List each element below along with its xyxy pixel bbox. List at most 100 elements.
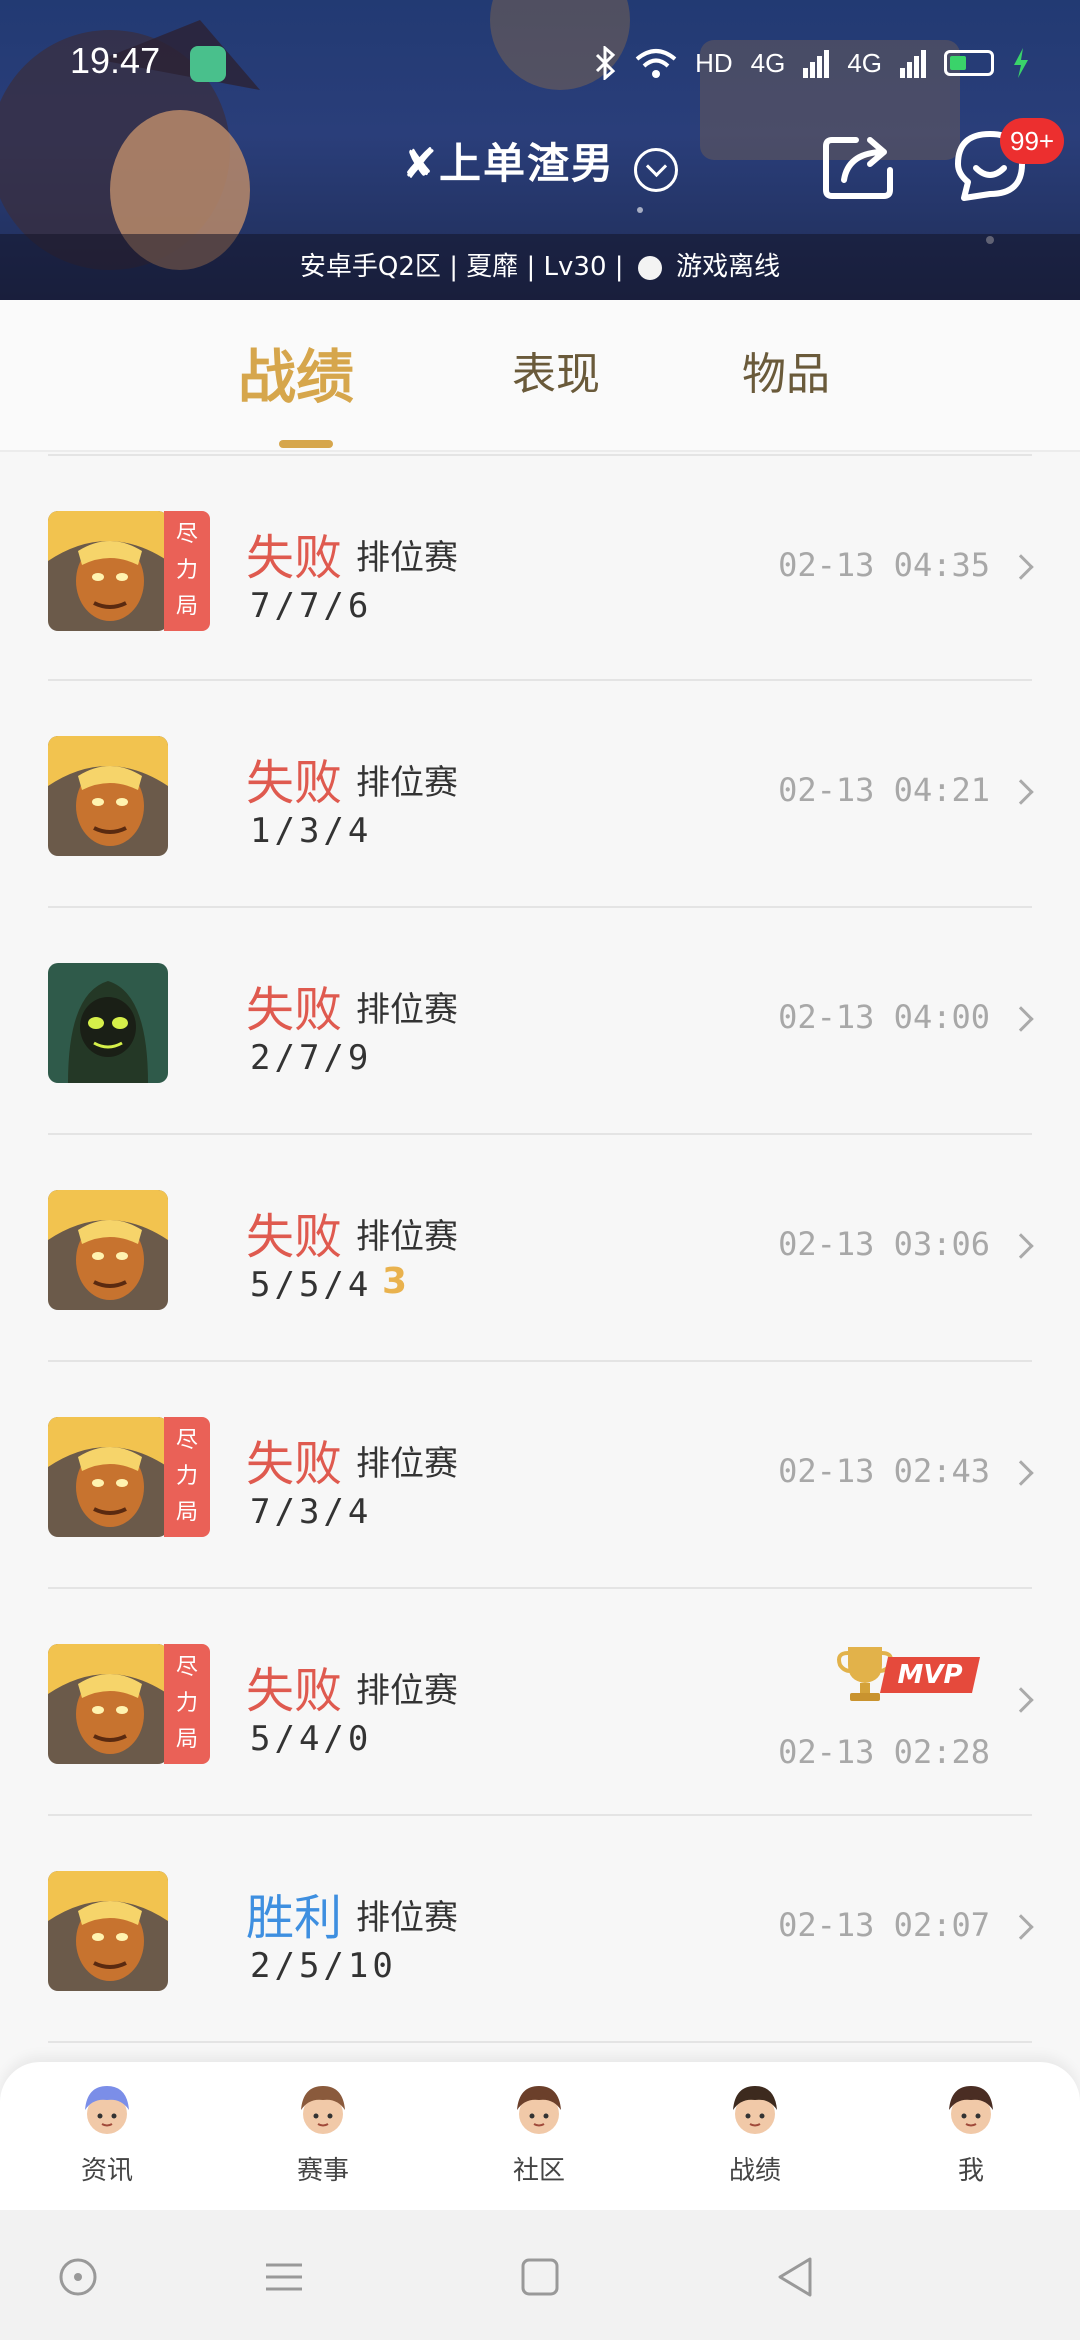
- match-row[interactable]: 尽力局失败 排位赛 7/3/4 02-13 02:43: [48, 1362, 1034, 1589]
- effort-badge: 尽力局: [164, 511, 210, 631]
- nav-label: 资讯: [80, 2156, 133, 2186]
- tab-records[interactable]: 战绩: [238, 330, 354, 414]
- tab-items[interactable]: 物品: [742, 338, 830, 402]
- match-mode: 排位赛: [356, 1217, 458, 1257]
- effort-badge: 尽力局: [164, 1644, 210, 1764]
- nav-item-1[interactable]: 赛事: [268, 2080, 378, 2200]
- events-avatar-icon: [301, 2086, 345, 2134]
- tab-performance[interactable]: 表现: [512, 338, 600, 402]
- player-info-bar: 安卓手Q2区 | 夏靡 | Lv30 | 游戏离线: [0, 234, 1080, 300]
- back-icon[interactable]: [774, 2255, 818, 2299]
- signal-1-label: 4G: [750, 47, 786, 78]
- effort-badge-char: 局: [175, 594, 198, 619]
- active-tab-indicator: [279, 440, 333, 448]
- rank-label: 夏靡: [466, 252, 519, 282]
- match-row[interactable]: 失败 排位赛 5/5/4 3 02-13 03:06: [48, 1135, 1034, 1362]
- separator: |: [526, 252, 544, 282]
- chevron-right-icon[interactable]: [1008, 1233, 1034, 1259]
- match-mode: 排位赛: [356, 538, 458, 578]
- effort-badge-char: 尽: [175, 1655, 198, 1680]
- match-result: 胜利: [246, 1890, 343, 1946]
- signal-1-icon: [803, 50, 830, 78]
- match-mode: 排位赛: [356, 1444, 458, 1484]
- match-row[interactable]: 尽力局失败 排位赛 5/4/0 MVP 02-13 02:28: [48, 1589, 1034, 1816]
- separator: |: [614, 252, 632, 282]
- match-row[interactable]: 失败 排位赛 2/7/9 02-13 04:00: [48, 908, 1034, 1135]
- chevron-right-icon[interactable]: [1008, 1460, 1034, 1486]
- match-time: 02-13 02:07: [778, 1906, 990, 1944]
- effort-badge-char: 力: [175, 558, 198, 583]
- match-mode: 排位赛: [356, 1898, 458, 1938]
- signal-2-label: 4G: [847, 47, 882, 78]
- notification-app-icon: [190, 46, 226, 82]
- match-kda: 5/4/0: [250, 1719, 373, 1759]
- match-list: 尽力局失败 排位赛 7/7/6 02-13 04:35 失败 排位赛 1/3/4 02-13 …: [48, 454, 1034, 2043]
- match-result: 失败: [246, 755, 343, 811]
- effort-badge-char: 尽: [175, 522, 198, 547]
- hero-avatar: [48, 1871, 168, 1991]
- status-dot-icon: [637, 255, 662, 280]
- system-status-bar: 19:47 HD 4G 4G: [0, 40, 1080, 90]
- match-row[interactable]: 尽力局失败 排位赛 7/7/6 02-13 04:35: [48, 454, 1034, 681]
- chevron-down-icon[interactable]: [634, 147, 679, 192]
- chevron-right-icon[interactable]: [1008, 554, 1034, 580]
- level-label: Lv30: [543, 252, 607, 282]
- match-result: 失败: [246, 982, 343, 1038]
- message-count-badge: 99+: [1000, 118, 1065, 164]
- online-status-label: 游戏离线: [676, 252, 781, 282]
- effort-badge-char: 局: [175, 1727, 198, 1752]
- hero-avatar: [48, 963, 168, 1083]
- nav-item-2[interactable]: 社区: [484, 2080, 594, 2200]
- news-avatar-icon: [85, 2086, 129, 2134]
- hero-avatar: [48, 1417, 168, 1537]
- share-icon[interactable]: [822, 130, 898, 200]
- chevron-right-icon[interactable]: [1008, 1006, 1034, 1032]
- charging-icon: [1014, 48, 1028, 78]
- effort-badge-char: 局: [175, 1500, 198, 1525]
- chevron-right-icon[interactable]: [1008, 1687, 1034, 1713]
- nav-item-0[interactable]: 资讯: [52, 2080, 162, 2200]
- match-time: 02-13 04:21: [778, 771, 990, 809]
- match-kda: 1/3/4: [250, 811, 373, 851]
- nav-label: 赛事: [296, 2156, 349, 2186]
- assistant-icon[interactable]: [56, 2255, 100, 2299]
- hero-avatar: [48, 1190, 168, 1310]
- match-row[interactable]: 胜利 排位赛 2/5/10 02-13 02:07: [48, 1816, 1034, 2043]
- system-navigation-bar: [0, 2210, 1080, 2340]
- match-mode: 排位赛: [356, 1671, 458, 1711]
- menu-icon[interactable]: [262, 2255, 306, 2299]
- status-time: 19:47: [70, 40, 161, 81]
- player-name: ✘上单渣男: [401, 139, 616, 188]
- wifi-icon: [635, 49, 677, 78]
- match-result: 失败: [246, 1436, 343, 1492]
- match-result: 失败: [246, 530, 343, 586]
- match-kda: 2/5/10: [250, 1946, 397, 1986]
- tab-bar: 战绩 表现 物品: [0, 300, 1080, 452]
- chevron-right-icon[interactable]: [1008, 779, 1034, 805]
- bluetooth-icon: [596, 46, 616, 80]
- signal-2-icon: [900, 50, 926, 78]
- match-row[interactable]: 失败 排位赛 1/3/4 02-13 04:21: [48, 681, 1034, 908]
- hero-avatar: [48, 1644, 168, 1764]
- nav-item-4[interactable]: 我: [916, 2080, 1026, 2200]
- home-icon[interactable]: [518, 2255, 562, 2299]
- match-mode: 排位赛: [356, 763, 458, 803]
- match-time: 02-13 03:06: [778, 1225, 990, 1263]
- hero-avatar: [48, 511, 168, 631]
- hero-avatar: [48, 736, 168, 856]
- title-row[interactable]: ✘上单渣男: [0, 130, 1080, 200]
- match-mode: 排位赛: [356, 990, 458, 1030]
- nav-label: 战绩: [728, 2156, 781, 2186]
- effort-badge: 尽力局: [164, 1417, 210, 1537]
- mvp-label: MVP: [880, 1657, 980, 1693]
- nav-label: 我: [957, 2156, 984, 2186]
- chevron-right-icon[interactable]: [1008, 1914, 1034, 1940]
- status-indicators: HD 4G 4G: [593, 46, 1030, 80]
- match-time: 02-13 02:43: [778, 1452, 990, 1490]
- community-avatar-icon: [517, 2086, 561, 2134]
- nav-item-3[interactable]: 战绩: [700, 2080, 810, 2200]
- match-kda: 2/7/9: [250, 1038, 373, 1078]
- match-time: 02-13 02:28: [778, 1733, 990, 1771]
- match-result: 失败: [246, 1663, 343, 1719]
- nav-label: 社区: [512, 2156, 565, 2186]
